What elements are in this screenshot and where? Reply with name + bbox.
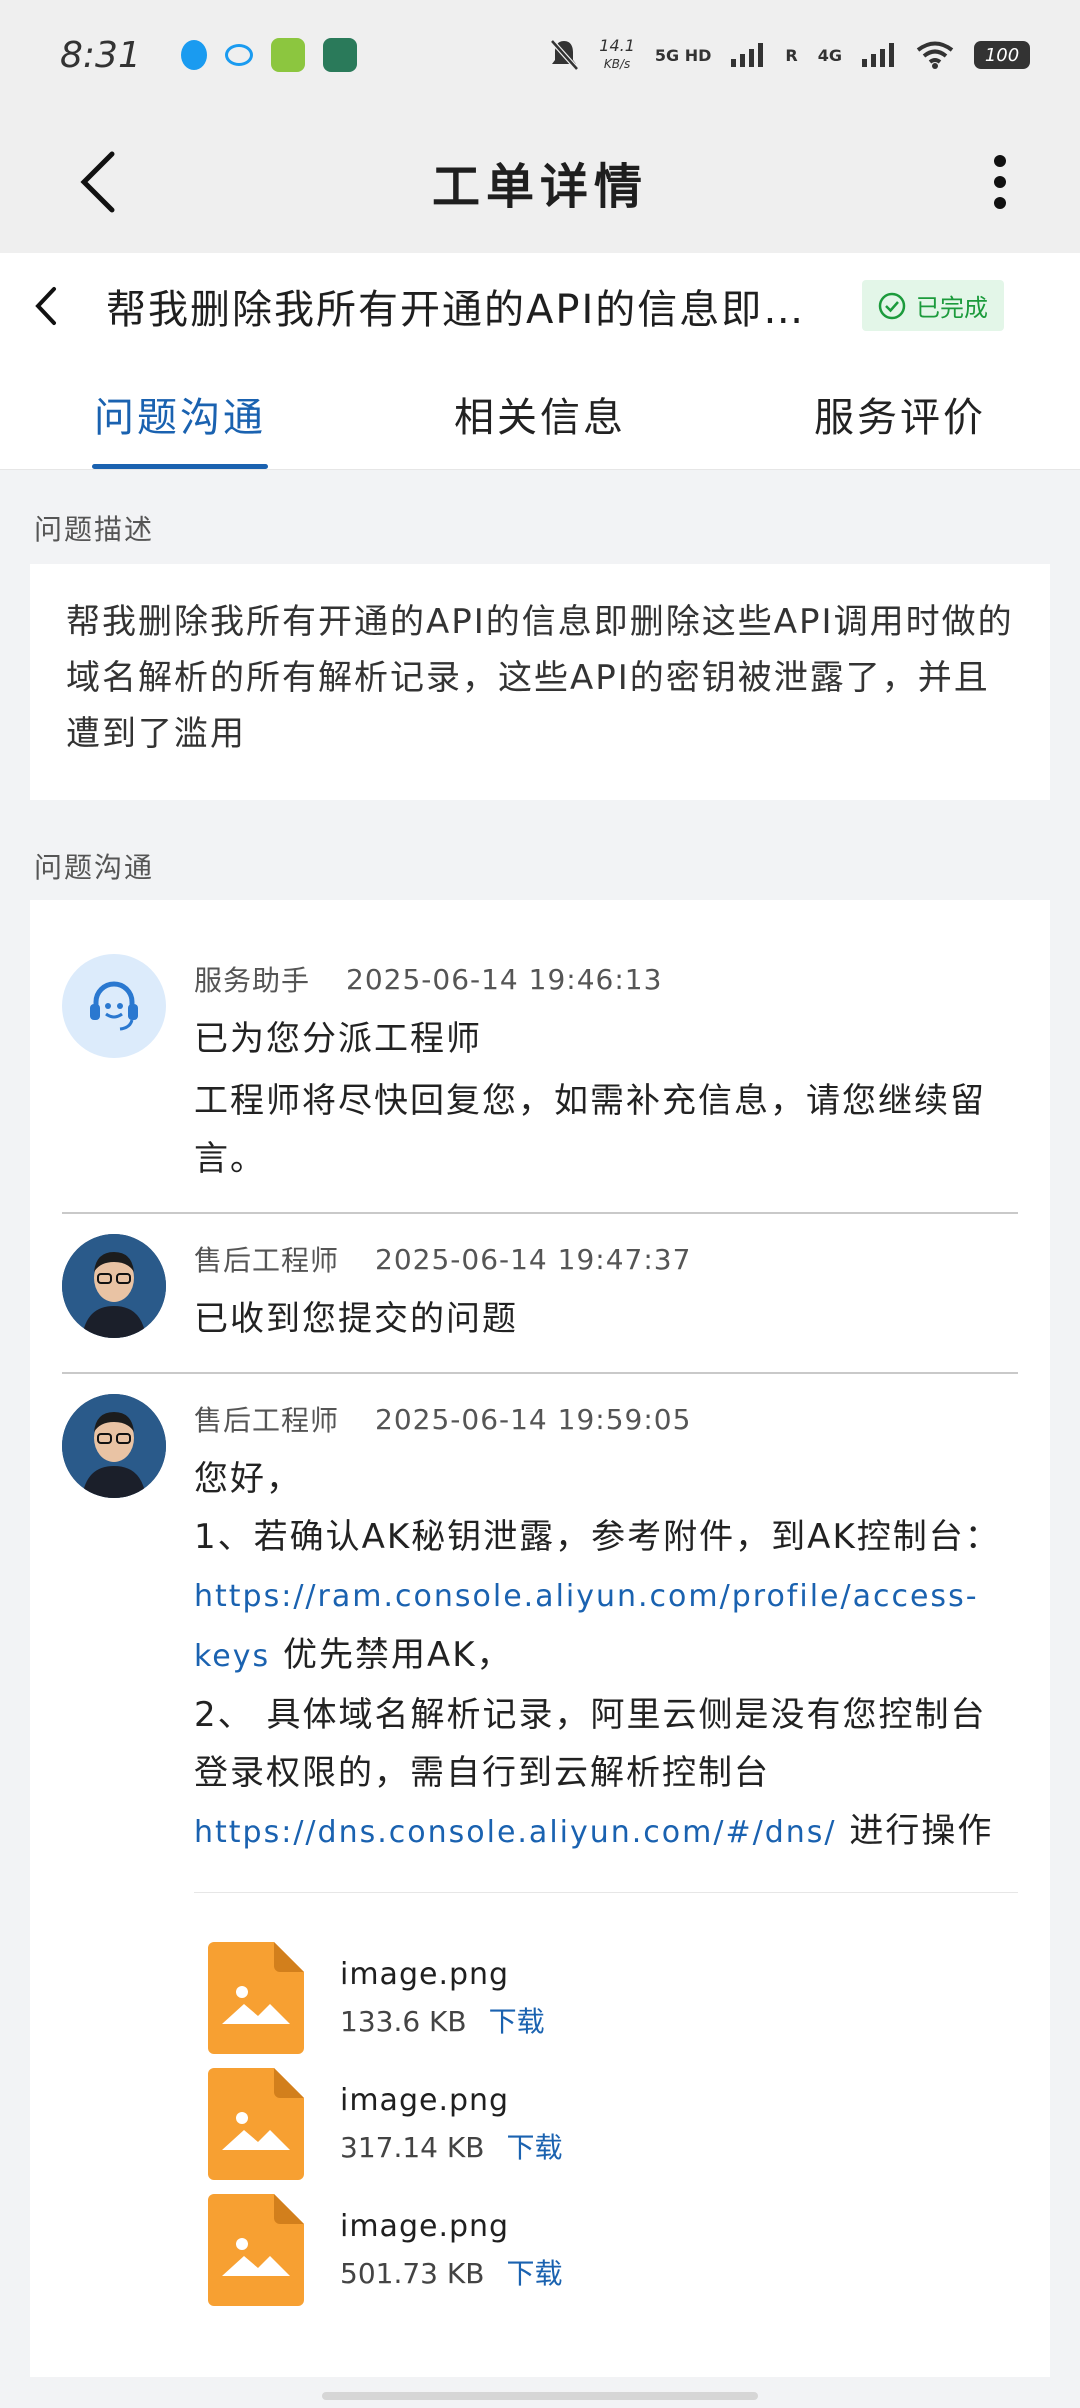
battery-indicator: 100 — [974, 41, 1030, 69]
message-item: 服务助手 2025-06-14 19:46:13 已为您分派工程师 工程师将尽快… — [62, 934, 1018, 1212]
message-content: 您好， 1、若确认AK秘钥泄露，参考附件，到AK控制台： https://ram… — [194, 1450, 1018, 1862]
sender-name: 售后工程师 — [194, 1404, 340, 1437]
ticket-header: 帮我删除我所有开通的API的信息即删除这些API调用时做的域名解析的所有解析记录… — [0, 253, 1080, 358]
tab-bar: 问题沟通 相关信息 服务评价 — [0, 358, 1080, 470]
message-time: 2025-06-14 19:46:13 — [346, 962, 663, 996]
attachment-item: image.png 133.6 KB 下载 — [208, 1935, 1018, 2061]
message-body: 售后工程师 2025-06-14 19:59:05 您好， 1、若确认AK秘钥泄… — [194, 1394, 1018, 2313]
dns-console-link[interactable]: https://dns.console.aliyun.com/#/dns/ — [194, 1815, 837, 1850]
game-app-icon — [270, 38, 305, 72]
file-name: image.png — [340, 1956, 510, 1992]
more-options-button[interactable] — [960, 142, 1040, 222]
chat-bubble-icon — [224, 44, 253, 66]
wifi-icon — [916, 41, 954, 69]
status-badge: 已完成 — [862, 280, 1004, 331]
image-file-icon — [208, 2068, 304, 2180]
description-section-label: 问题描述 — [34, 513, 155, 546]
download-link[interactable]: 下载 — [506, 2257, 562, 2290]
status-label: 已完成 — [916, 294, 988, 322]
message-text: 已收到您提交的问题 — [194, 1299, 518, 1339]
status-bar: 8:31 14.1 KB/s 5G HD R 4G 100 — [0, 0, 1080, 110]
description-card: 帮我删除我所有开通的API的信息即删除这些API调用时做的域名解析的所有解析记录… — [30, 564, 1050, 800]
file-name: image.png — [340, 2082, 510, 2118]
file-size-row: 133.6 KB 下载 — [340, 2000, 545, 2040]
roaming-label: R — [785, 45, 798, 65]
sender-name: 服务助手 — [194, 964, 311, 997]
sender-name: 售后工程师 — [194, 1244, 340, 1277]
message-item: 售后工程师 2025-06-14 19:47:37 已收到您提交的问题 — [62, 1212, 1018, 1372]
status-bar-left: 8:31 — [60, 35, 357, 76]
chevron-left-icon — [80, 151, 115, 212]
network-5g-label: 5G HD — [654, 45, 712, 65]
page-title: 工单详情 — [431, 158, 648, 215]
home-indicator[interactable] — [322, 2392, 758, 2400]
download-link[interactable]: 下载 — [506, 2131, 562, 2164]
communication-section-label: 问题沟通 — [34, 851, 155, 884]
message-time: 2025-06-14 19:59:05 — [375, 1402, 692, 1436]
attachment-info: image.png 501.73 KB 下载 — [340, 2209, 562, 2292]
file-size: 133.6 KB — [340, 2004, 467, 2038]
qq-icon — [180, 40, 207, 70]
file-size: 501.73 KB — [340, 2256, 485, 2290]
image-file-icon — [208, 1942, 304, 2054]
engineer-avatar — [62, 1394, 166, 1498]
tab-related-info[interactable]: 相关信息 — [360, 358, 720, 469]
message-meta: 服务助手 2025-06-14 19:46:13 — [194, 954, 1018, 1004]
description-text: 帮我删除我所有开通的API的信息即删除这些API调用时做的域名解析的所有解析记录… — [66, 602, 1014, 754]
message-meta: 售后工程师 2025-06-14 19:47:37 — [194, 1234, 1018, 1284]
app-bar: 工单详情 — [0, 110, 1080, 253]
message-body: 售后工程师 2025-06-14 19:47:37 已收到您提交的问题 — [194, 1234, 1018, 1348]
tab-communication[interactable]: 问题沟通 — [0, 358, 360, 469]
assistant-avatar — [62, 954, 166, 1058]
tab-service-rating[interactable]: 服务评价 — [720, 358, 1080, 469]
attachment-item: image.png 501.73 KB 下载 — [208, 2187, 1018, 2313]
headset-bot-icon — [90, 981, 138, 1031]
signal-icon-2 — [862, 43, 894, 67]
message-subtext: 工程师将尽快回复您，如需补充信息，请您继续留言。 — [194, 1081, 986, 1179]
message-text: 已为您分派工程师 — [194, 1019, 482, 1059]
communication-card: 服务助手 2025-06-14 19:46:13 已为您分派工程师 工程师将尽快… — [30, 900, 1050, 2377]
back-button[interactable] — [58, 142, 138, 222]
greeting-text: 您好， — [194, 1459, 302, 1499]
file-size-row: 501.73 KB 下载 — [340, 2252, 562, 2292]
network-speed: 14.1 KB/s — [599, 36, 635, 72]
reader-app-icon — [322, 38, 357, 72]
ticket-title: 帮我删除我所有开通的API的信息即删除这些API调用时做的域名解析的所有解析记录 — [106, 286, 826, 333]
instruction-1: 1、若确认AK秘钥泄露，参考附件，到AK控制台： https://ram.con… — [194, 1517, 1001, 1675]
status-bar-right: 14.1 KB/s 5G HD R 4G 100 — [549, 37, 1030, 73]
attachment-item: image.png 317.14 KB 下载 — [208, 2061, 1018, 2187]
file-size-row: 317.14 KB 下载 — [340, 2126, 562, 2166]
message-time: 2025-06-14 19:47:37 — [375, 1242, 692, 1276]
mute-bell-icon — [550, 39, 580, 71]
signal-icon — [731, 43, 764, 67]
check-circle-icon — [878, 292, 906, 319]
message-body: 服务助手 2025-06-14 19:46:13 已为您分派工程师 工程师将尽快… — [194, 954, 1018, 1188]
message-meta: 售后工程师 2025-06-14 19:59:05 — [194, 1394, 1018, 1444]
file-size: 317.14 KB — [340, 2130, 485, 2164]
attachment-info: image.png 133.6 KB 下载 — [340, 1957, 545, 2040]
network-4g-label: 4G — [817, 45, 842, 65]
ticket-back-button[interactable] — [34, 281, 70, 331]
attachment-list: image.png 133.6 KB 下载 image.png 317.14 K… — [194, 1892, 1018, 2313]
download-link[interactable]: 下载 — [489, 2005, 545, 2038]
image-file-icon — [208, 2194, 304, 2306]
file-name: image.png — [340, 2208, 510, 2244]
more-vertical-icon — [994, 154, 1006, 209]
engineer-portrait-icon — [62, 1394, 166, 1498]
message-item: 售后工程师 2025-06-14 19:59:05 您好， 1、若确认AK秘钥泄… — [62, 1372, 1018, 2337]
clock: 8:31 — [60, 34, 141, 76]
chevron-left-icon — [35, 286, 56, 325]
engineer-avatar — [62, 1234, 166, 1338]
instruction-2: 2、 具体域名解析记录，阿里云侧是没有您控制台登录权限的，需自行到云解析控制台 … — [194, 1695, 994, 1851]
engineer-portrait-icon — [62, 1234, 166, 1338]
attachment-info: image.png 317.14 KB 下载 — [340, 2083, 562, 2166]
